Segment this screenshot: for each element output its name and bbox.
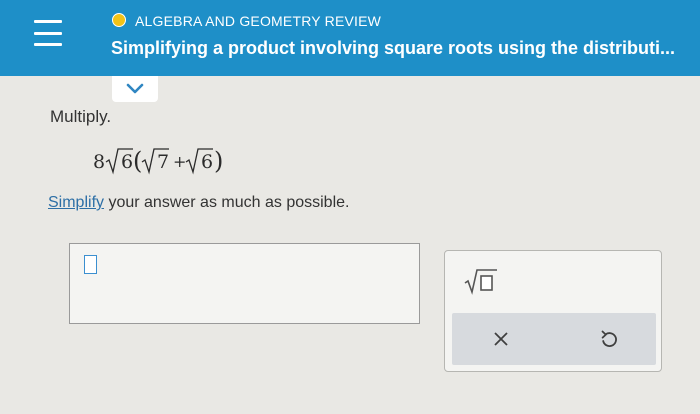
outer-radicand: 6 [121, 151, 133, 173]
header-bar: ALGEBRA AND GEOMETRY REVIEW Simplifying … [0, 0, 700, 76]
undo-button[interactable] [594, 325, 624, 353]
undo-icon [601, 330, 617, 347]
clear-button[interactable] [486, 325, 516, 353]
left-paren: ( [133, 147, 142, 175]
coefficient: 8 [93, 151, 105, 173]
square-root-button[interactable] [463, 267, 499, 295]
math-expression: 8 6 ( 7 + 6 ) [93, 140, 253, 185]
right-paren: ) [214, 147, 223, 175]
hamburger-menu-icon[interactable] [34, 20, 62, 46]
topic-label: ALGEBRA AND GEOMETRY REVIEW [135, 13, 382, 29]
simplify-link[interactable]: Simplify [48, 194, 104, 211]
lesson-title: Simplifying a product involving square r… [111, 38, 676, 58]
answer-cursor-box[interactable] [84, 255, 97, 274]
chevron-down-icon [126, 83, 144, 94]
instruction-text: Multiply. [50, 107, 112, 126]
simplify-instruction: Simplify your answer as much as possible… [48, 194, 349, 212]
term2-radicand: 6 [201, 151, 213, 173]
plus-operator: + [173, 152, 186, 171]
answer-input[interactable] [69, 243, 420, 324]
term1-radicand: 7 [157, 151, 169, 173]
square-root-icon [464, 269, 497, 295]
x-icon [494, 332, 508, 346]
collapse-header-button[interactable] [112, 76, 158, 102]
expression-svg: 8 6 ( 7 + 6 ) [93, 147, 223, 175]
action-bar [452, 313, 656, 365]
progress-status-dot [112, 13, 126, 27]
math-tools-panel [444, 250, 662, 372]
simplify-rest: your answer as much as possible. [104, 194, 350, 211]
